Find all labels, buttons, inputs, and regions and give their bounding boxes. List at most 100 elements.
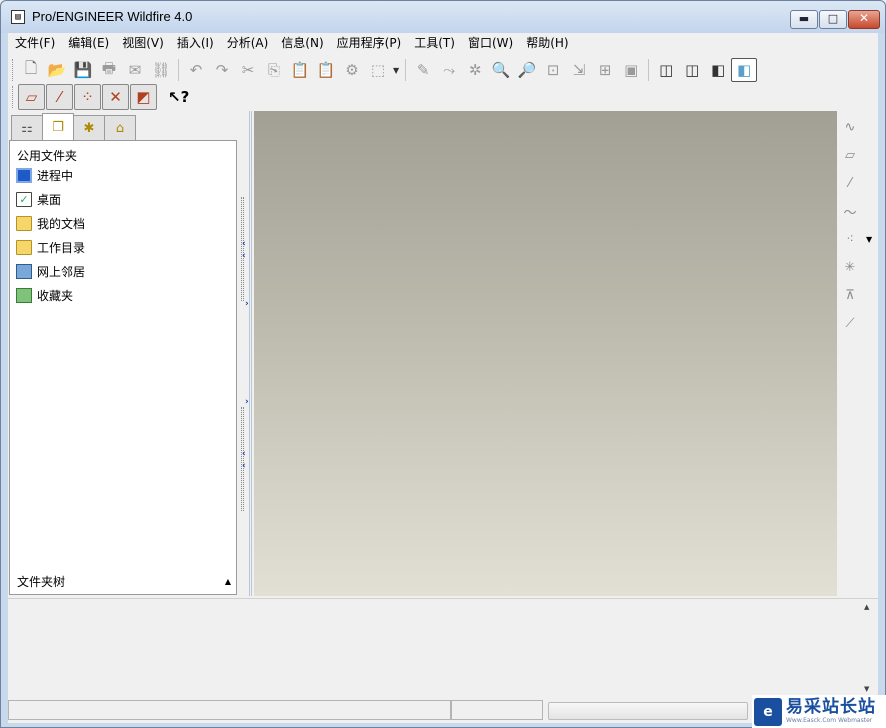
new-file-icon[interactable]: 🗋 <box>18 58 44 82</box>
folder-tree-label: 文件夹树 <box>17 575 66 589</box>
tab-connections[interactable]: ⌂ <box>104 115 136 141</box>
paste-icon[interactable]: 📋 <box>287 58 313 82</box>
pro-e-app-icon[interactable]: ▤ <box>11 10 25 24</box>
status-bar <box>8 697 878 723</box>
saved-views-icon[interactable]: ⊞ <box>592 58 618 82</box>
selection-box-icon[interactable]: ⬚ <box>365 58 391 82</box>
menu-analysis[interactable]: 分析(A) <box>220 33 275 53</box>
hidden-line-icon[interactable]: ◫ <box>679 58 705 82</box>
menu-file[interactable]: 文件(F) <box>8 33 61 53</box>
zoom-in-icon[interactable]: 🔍 <box>488 58 514 82</box>
datum-point-dropdown-icon[interactable]: ▼ <box>866 235 872 244</box>
folder-label: 我的文档 <box>37 216 86 231</box>
minimize-button[interactable]: ▬ <box>790 10 818 29</box>
toolbar-grip[interactable] <box>12 59 15 81</box>
coordinate-systems-toggle-icon[interactable]: ✕ <box>102 84 129 110</box>
scroll-down-icon[interactable]: ▼ <box>864 685 869 693</box>
folder-item-in-session[interactable]: 进程中 <box>16 163 85 187</box>
splitter-grip[interactable] <box>241 407 244 511</box>
reorient-icon[interactable]: ⇲ <box>566 58 592 82</box>
watermark-subtitle: Www.Easck.Com Webmaster <box>786 717 873 724</box>
regenerate-icon[interactable]: ⚙ <box>339 58 365 82</box>
coordinate-system-icon[interactable]: ✳ <box>837 253 863 281</box>
paste-special-icon[interactable]: 📋 <box>313 58 339 82</box>
datum-points-toggle-icon[interactable]: ⁘ <box>74 84 101 110</box>
close-icon: ✕ <box>858 11 870 25</box>
refit-icon[interactable]: ⊡ <box>540 58 566 82</box>
analysis-feature-icon[interactable]: ⊼ <box>837 281 863 309</box>
folder-label: 桌面 <box>37 192 62 207</box>
layers-icon[interactable]: ▣ <box>618 58 644 82</box>
no-hidden-icon[interactable]: ◧ <box>705 58 731 82</box>
menu-info[interactable]: 信息(N) <box>274 33 329 53</box>
folder-list: 进程中 ✓ 桌面 我的文档 工作目录 网上邻居 收藏夹 <box>16 163 85 307</box>
expand-up-icon[interactable]: ▲ <box>225 577 231 586</box>
sketch-icon[interactable]: ✎ <box>410 58 436 82</box>
scroll-up-icon[interactable]: ▲ <box>864 603 869 611</box>
datum-display-toolbar: ▱ ⁄ ⁘ ✕ ◩ ↖? <box>12 83 189 111</box>
collapse-left-icon[interactable]: ‹ <box>242 449 246 459</box>
shading-icon[interactable]: ◧ <box>731 58 758 82</box>
splitter-grip[interactable] <box>241 197 244 301</box>
save-icon[interactable]: 💾 <box>70 58 96 82</box>
collapse-left-icon[interactable]: ‹ <box>242 251 246 261</box>
datum-axis-icon[interactable]: ⁄ <box>837 169 863 197</box>
redo-icon[interactable]: ↷ <box>209 58 235 82</box>
close-button[interactable]: ✕ <box>848 10 880 29</box>
send-link-icon[interactable]: ⛓ <box>148 58 174 82</box>
tab-favorites[interactable]: ✱ <box>73 115 105 141</box>
datum-plane-icon[interactable]: ▱ <box>837 141 863 169</box>
datum-axes-toggle-icon[interactable]: ⁄ <box>46 84 73 110</box>
datum-point-icon[interactable]: ⁖ <box>837 225 863 253</box>
watermark-title: 易采站长站 <box>786 697 876 717</box>
orient-mode-icon[interactable]: ⤳ <box>436 58 462 82</box>
window-controls: ▬ □ ✕ <box>789 10 880 29</box>
folder-item-network[interactable]: 网上邻居 <box>16 259 85 283</box>
message-scrollbar[interactable]: ▲ ▼ <box>864 601 876 693</box>
menu-edit[interactable]: 编辑(E) <box>61 33 115 53</box>
menu-insert[interactable]: 插入(I) <box>170 33 220 53</box>
menu-window[interactable]: 窗口(W) <box>461 33 519 53</box>
toolbar-grip[interactable] <box>12 86 15 108</box>
undo-icon[interactable]: ↶ <box>183 58 209 82</box>
menu-help[interactable]: 帮助(H) <box>519 33 574 53</box>
folder-browser-panel: 公用文件夹 进程中 ✓ 桌面 我的文档 工作目录 网上邻居 收藏夹 文件夹树 ▲ <box>9 140 237 595</box>
folder-label: 网上邻居 <box>37 264 86 279</box>
selection-filter-box[interactable] <box>548 702 748 720</box>
collapse-left-icon[interactable]: ‹ <box>242 239 246 249</box>
toolbar-separator <box>405 59 407 81</box>
folder-item-favorites[interactable]: 收藏夹 <box>16 283 85 307</box>
sketched-datum-icon[interactable]: ⟋ <box>837 309 863 337</box>
tab-model-tree[interactable]: ⚏ <box>11 115 43 141</box>
print-icon[interactable]: 🖶 <box>96 58 122 82</box>
graphics-window[interactable] <box>254 111 837 596</box>
open-file-icon[interactable]: 📂 <box>44 58 70 82</box>
folder-tree-toggle[interactable]: 文件夹树 ▲ <box>17 573 231 590</box>
title-bar[interactable]: ▤ Pro/ENGINEER Wildfire 4.0 ▬ □ ✕ <box>1 1 885 33</box>
navigator-splitter[interactable]: ‹ ‹ › › ‹ ‹ <box>240 111 252 596</box>
copy-icon[interactable]: ⎘ <box>261 58 287 82</box>
selection-dropdown-icon[interactable]: ▼ <box>393 66 399 75</box>
tab-folder-browser[interactable]: ❐ <box>42 113 74 141</box>
folder-item-desktop[interactable]: ✓ 桌面 <box>16 187 85 211</box>
toolbar-separator <box>178 59 179 81</box>
folder-item-my-documents[interactable]: 我的文档 <box>16 211 85 235</box>
datum-curve-icon[interactable]: 〜 <box>837 197 863 225</box>
sketch-tool-icon[interactable]: ∿ <box>837 113 863 141</box>
menu-view[interactable]: 视图(V) <box>115 33 170 53</box>
wireframe-icon[interactable]: ◫ <box>653 58 679 82</box>
datum-planes-toggle-icon[interactable]: ▱ <box>18 84 45 110</box>
zoom-out-icon[interactable]: 🔎 <box>514 58 540 82</box>
my-documents-icon <box>16 215 32 231</box>
folder-item-working-directory[interactable]: 工作目录 <box>16 235 85 259</box>
maximize-button[interactable]: □ <box>819 10 847 29</box>
cut-icon[interactable]: ✂ <box>235 58 261 82</box>
menu-applications[interactable]: 应用程序(P) <box>330 33 408 53</box>
spin-center-icon[interactable]: ✲ <box>462 58 488 82</box>
send-mail-icon[interactable]: ✉ <box>122 58 148 82</box>
menu-tools[interactable]: 工具(T) <box>407 33 461 53</box>
context-help-icon[interactable]: ↖? <box>168 88 189 106</box>
spin-center-toggle-icon[interactable]: ◩ <box>130 84 157 110</box>
collapse-left-icon[interactable]: ‹ <box>242 461 246 471</box>
minimize-icon: ▬ <box>798 12 810 25</box>
